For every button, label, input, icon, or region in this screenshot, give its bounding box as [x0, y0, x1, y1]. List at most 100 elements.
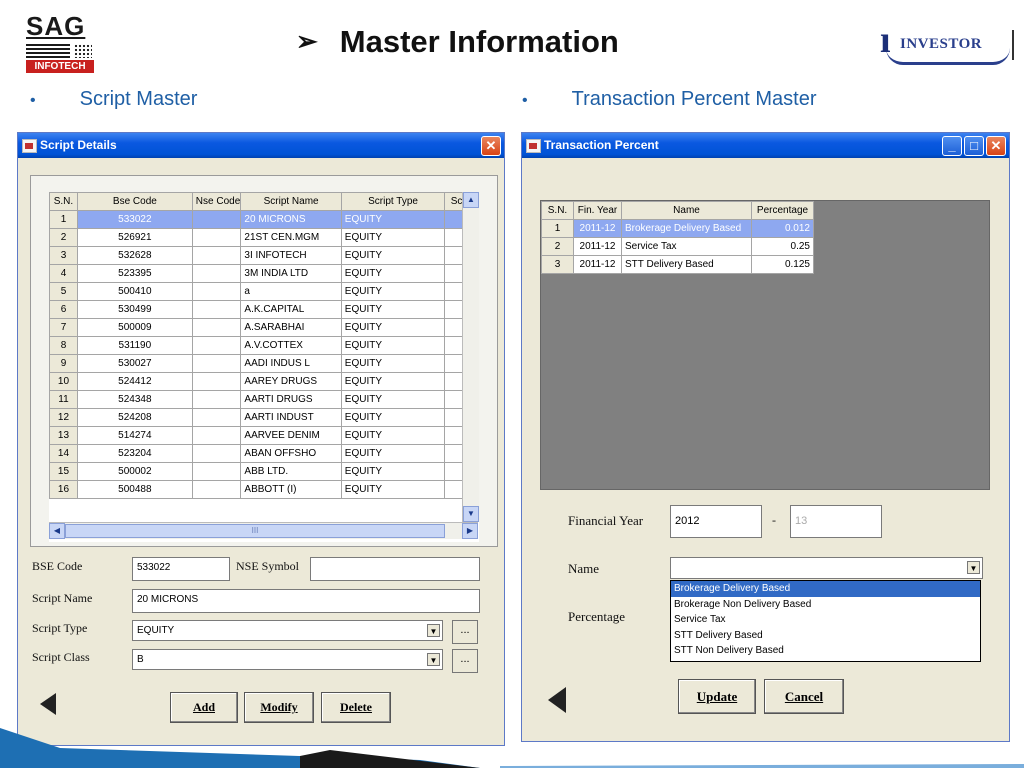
- dropdown-option[interactable]: STT Delivery Based: [671, 628, 980, 644]
- table-cell: 0.012: [751, 219, 814, 238]
- script-name-input[interactable]: 20 MICRONS: [132, 589, 480, 613]
- table-cell: 2011-12: [573, 219, 622, 238]
- table-row[interactable]: 15500002ABB LTD.EQUITYA: [49, 462, 479, 481]
- close-button[interactable]: ✕: [986, 136, 1006, 156]
- dropdown-option[interactable]: Brokerage Non Delivery Based: [671, 597, 980, 613]
- column-header[interactable]: Nse Code: [191, 192, 242, 211]
- table-cell: 0.25: [751, 237, 814, 256]
- scroll-left-icon[interactable]: ◀: [49, 523, 65, 539]
- script-type-browse-button[interactable]: ...: [452, 620, 478, 644]
- table-cell: 2: [541, 237, 574, 256]
- table-row[interactable]: 252692121ST CEN.MGMEQUITYB: [49, 228, 479, 247]
- table-row[interactable]: 13514274AARVEE DENIMEQUITYB: [49, 426, 479, 445]
- table-cell: [191, 228, 242, 247]
- table-row[interactable]: 3 2011-12 STT Delivery Based 0.125: [541, 255, 814, 274]
- column-header[interactable]: Percentage: [751, 201, 814, 220]
- name-select[interactable]: ▼: [670, 557, 983, 579]
- table-row[interactable]: 45233953M INDIA LTDEQUITYB: [49, 264, 479, 283]
- script-class-select[interactable]: B ▼: [132, 649, 443, 670]
- minimize-button[interactable]: _: [942, 136, 962, 156]
- column-header[interactable]: S.N.: [541, 201, 574, 220]
- column-header[interactable]: Script Type: [340, 192, 446, 211]
- transaction-window-titlebar[interactable]: Transaction Percent _ □ ✕: [522, 133, 1009, 158]
- horizontal-scrollbar[interactable]: ◀ III ▶: [49, 522, 478, 539]
- table-cell: [191, 372, 242, 391]
- percentage-label: Percentage: [568, 609, 626, 624]
- table-row[interactable]: 14523204ABAN OFFSHOEQUITYA: [49, 444, 479, 463]
- table-cell: ABAN OFFSHO: [240, 444, 342, 463]
- chevron-down-icon[interactable]: ▼: [427, 624, 440, 637]
- table-row[interactable]: 153302220 MICRONSEQUITYB: [49, 210, 479, 229]
- table-row[interactable]: 1 2011-12 Brokerage Delivery Based 0.012: [541, 219, 814, 238]
- fy-from-input[interactable]: 2012: [670, 505, 762, 538]
- script-grid[interactable]: S.N. Bse Code Nse Code Script Name Script Ty…: [49, 192, 479, 542]
- script-type-select[interactable]: EQUITY ▼: [132, 620, 443, 641]
- name-label: Name: [568, 561, 600, 576]
- table-cell: 21ST CEN.MGM: [240, 228, 342, 247]
- table-cell: 2011-12: [573, 237, 622, 256]
- table-cell: 14: [49, 444, 78, 463]
- bullet-script-master: • Script Master: [30, 88, 197, 111]
- table-row[interactable]: 5500410aEQUITYA: [49, 282, 479, 301]
- fy-to-input: 13: [790, 505, 882, 538]
- close-button[interactable]: ✕: [481, 136, 501, 156]
- table-row[interactable]: 6530499A.K.CAPITALEQUITYB: [49, 300, 479, 319]
- table-cell: STT Delivery Based: [621, 255, 752, 274]
- bse-code-input[interactable]: 533022: [132, 557, 230, 581]
- table-row[interactable]: 11524348AARTI DRUGSEQUITYB: [49, 390, 479, 409]
- dropdown-option[interactable]: Service Tax: [671, 612, 980, 628]
- nse-symbol-input[interactable]: [310, 557, 480, 581]
- table-row[interactable]: 2 2011-12 Service Tax 0.25: [541, 237, 814, 256]
- name-dropdown-list[interactable]: Brokerage Delivery Based Brokerage Non De…: [670, 580, 981, 662]
- chevron-down-icon[interactable]: ▼: [427, 653, 440, 666]
- table-row[interactable]: 9530027AADI INDUS LEQUITYT: [49, 354, 479, 373]
- table-cell: [191, 210, 242, 229]
- column-header[interactable]: Bse Code: [76, 192, 193, 211]
- table-row[interactable]: 12524208AARTI INDUSTEQUITYB: [49, 408, 479, 427]
- script-class-browse-button[interactable]: ...: [452, 649, 478, 673]
- table-cell: EQUITY: [340, 264, 446, 283]
- vertical-scrollbar[interactable]: ▲ ▼: [462, 192, 479, 522]
- window-title: Transaction Percent: [544, 138, 659, 152]
- scroll-down-icon[interactable]: ▼: [463, 506, 479, 522]
- table-cell: [191, 282, 242, 301]
- table-cell: 5: [49, 282, 78, 301]
- scroll-right-icon[interactable]: ▶: [462, 523, 478, 539]
- wave-light-shape: [500, 764, 1024, 768]
- table-row[interactable]: 16500488ABBOTT (I)EQUITYB: [49, 480, 479, 499]
- table-row[interactable]: 7500009A.SARABHAIEQUITYB: [49, 318, 479, 337]
- column-header[interactable]: Fin. Year: [573, 201, 622, 220]
- table-cell: 3M INDIA LTD: [240, 264, 342, 283]
- scroll-thumb[interactable]: III: [65, 524, 445, 538]
- table-cell: EQUITY: [340, 426, 446, 445]
- dropdown-option[interactable]: Brokerage Delivery Based: [671, 581, 980, 597]
- table-cell: [191, 354, 242, 373]
- table-cell: [191, 318, 242, 337]
- column-header[interactable]: S.N.: [49, 192, 78, 211]
- table-cell: 526921: [76, 228, 193, 247]
- column-header[interactable]: Name: [621, 201, 752, 220]
- app-icon: [22, 139, 37, 153]
- table-cell: EQUITY: [340, 390, 446, 409]
- chevron-down-icon[interactable]: ▼: [967, 561, 980, 574]
- table-row[interactable]: 8531190A.V.COTTEXEQUITYT: [49, 336, 479, 355]
- table-cell: 2011-12: [573, 255, 622, 274]
- financial-year-label: Financial Year: [568, 513, 644, 528]
- column-header[interactable]: Script Name: [240, 192, 342, 211]
- script-window-titlebar[interactable]: Script Details ✕: [18, 133, 504, 158]
- table-cell: [191, 246, 242, 265]
- scroll-up-icon[interactable]: ▲: [463, 192, 479, 208]
- table-cell: 514274: [76, 426, 193, 445]
- table-row[interactable]: 10524412AAREY DRUGSEQUITYB: [49, 372, 479, 391]
- transaction-table: S.N. Fin. Year Name Percentage 1 2011-12 Brok…: [541, 201, 814, 274]
- table-row[interactable]: 35326283I INFOTECHEQUITYB: [49, 246, 479, 265]
- table-cell: EQUITY: [340, 282, 446, 301]
- table-cell: ABBOTT (I): [240, 480, 342, 499]
- table-cell: 1: [49, 210, 78, 229]
- table-cell: 20 MICRONS: [240, 210, 342, 229]
- dropdown-option[interactable]: STT Non Delivery Based: [671, 643, 980, 659]
- table-cell: 4: [49, 264, 78, 283]
- transaction-grid[interactable]: S.N. Fin. Year Name Percentage 1 2011-12 Brok…: [540, 200, 990, 490]
- table-cell: EQUITY: [340, 408, 446, 427]
- maximize-button[interactable]: □: [964, 136, 984, 156]
